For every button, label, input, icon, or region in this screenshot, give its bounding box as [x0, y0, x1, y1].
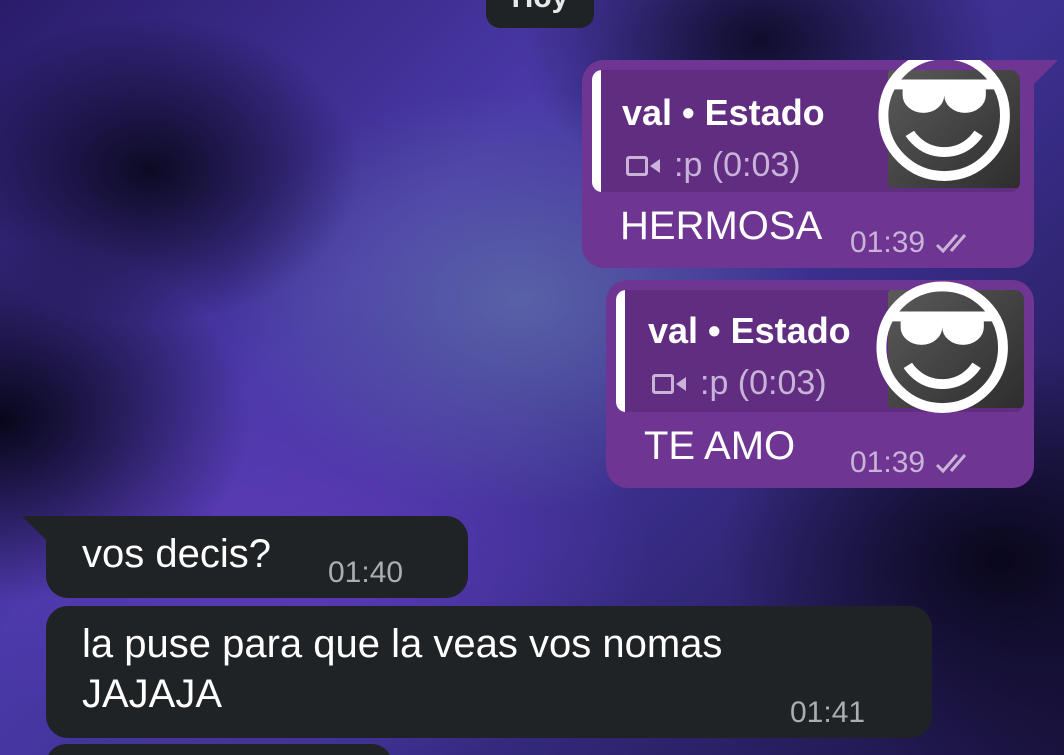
incoming-message-1[interactable]: vos decis? 01:40: [46, 516, 468, 598]
message-text: HERMOSA: [620, 204, 823, 248]
chat-screen: Hoy val • Estado :p (0:03) 😎 HERMOSA 01:…: [0, 0, 1064, 755]
message-time: 01:39: [850, 446, 926, 479]
message-text-line-1: la puse para que la veas vos nomas: [82, 622, 723, 666]
quote-media-text: :p (0:03): [700, 364, 827, 402]
quote-media: :p (0:03): [652, 364, 827, 403]
quote-author: val • Estado: [648, 310, 851, 351]
quote-media-text: :p (0:03): [674, 146, 801, 184]
outgoing-message-1[interactable]: val • Estado :p (0:03) 😎 HERMOSA 01:39: [582, 60, 1034, 268]
incoming-message-2[interactable]: la puse para que la veas vos nomas JAJAJ…: [46, 606, 932, 738]
video-icon: [652, 371, 690, 397]
video-icon: [626, 153, 664, 179]
sunglasses-emoji-icon: 😎: [864, 280, 1021, 438]
message-meta: 01:39: [850, 446, 979, 480]
message-time: 01:40: [328, 556, 404, 589]
double-check-icon: [935, 231, 979, 255]
sunglasses-emoji-icon: 😎: [866, 60, 1023, 206]
message-time: 01:39: [850, 226, 926, 259]
quote-author: val • Estado: [622, 92, 825, 133]
bubble-tail: [1034, 60, 1058, 84]
quote-accent-bar: [616, 290, 625, 412]
message-meta: 01:39: [850, 226, 979, 260]
message-text: TE AMO: [644, 424, 796, 468]
message-text: vos decis?: [82, 532, 271, 576]
message-text-line-2: JAJAJA: [82, 672, 223, 716]
incoming-message-partial[interactable]: [46, 744, 392, 755]
double-check-icon: [935, 451, 979, 475]
quote-media: :p (0:03): [626, 146, 801, 185]
message-time: 01:41: [790, 696, 866, 729]
date-separator: Hoy: [486, 0, 594, 28]
date-separator-label: Hoy: [512, 0, 569, 14]
outgoing-message-2[interactable]: val • Estado :p (0:03) 😎 TE AMO 01:39: [606, 280, 1034, 488]
quote-accent-bar: [592, 70, 601, 192]
bubble-tail: [22, 516, 46, 540]
